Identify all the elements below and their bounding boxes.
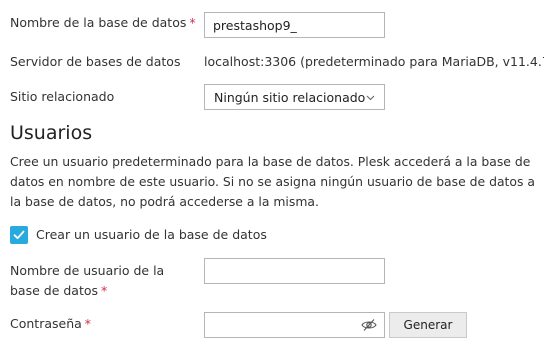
chevron-down-icon: [366, 95, 375, 101]
related-site-selected-value: Ningún sitio relacionado: [214, 89, 366, 105]
db-server-value: localhost:3306 (predeterminado para Mari…: [204, 54, 544, 69]
db-name-input[interactable]: [204, 12, 385, 38]
username-input[interactable]: [204, 258, 385, 284]
create-user-checkbox[interactable]: [10, 226, 28, 244]
related-site-select[interactable]: Ningún sitio relacionado: [204, 84, 385, 110]
eye-slash-icon[interactable]: [361, 318, 377, 332]
password-label-text: Contraseña: [10, 316, 82, 331]
db-name-label: Nombre de la base de datos *: [10, 13, 196, 33]
password-label: Contraseña *: [10, 314, 91, 334]
related-site-label: Sitio relacionado: [10, 89, 115, 104]
checkmark-icon: [13, 230, 25, 240]
create-user-checkbox-label[interactable]: Crear un usuario de la base de datos: [36, 225, 267, 245]
required-mark: *: [84, 316, 92, 331]
db-name-label-text: Nombre de la base de datos: [10, 15, 187, 30]
password-field-wrapper: [204, 312, 385, 338]
username-label-text: Nombre de usuario de la base de datos: [10, 263, 165, 298]
required-mark: *: [101, 283, 108, 298]
generate-password-button[interactable]: Generar: [389, 312, 467, 338]
db-server-label: Servidor de bases de datos: [10, 54, 181, 69]
username-label: Nombre de usuario de la base de datos *: [10, 261, 195, 301]
users-section-title: Usuarios: [10, 122, 93, 144]
required-mark: *: [189, 15, 196, 30]
password-input[interactable]: [204, 312, 385, 338]
users-section-description: Cree un usuario predeterminado para la b…: [10, 154, 535, 209]
